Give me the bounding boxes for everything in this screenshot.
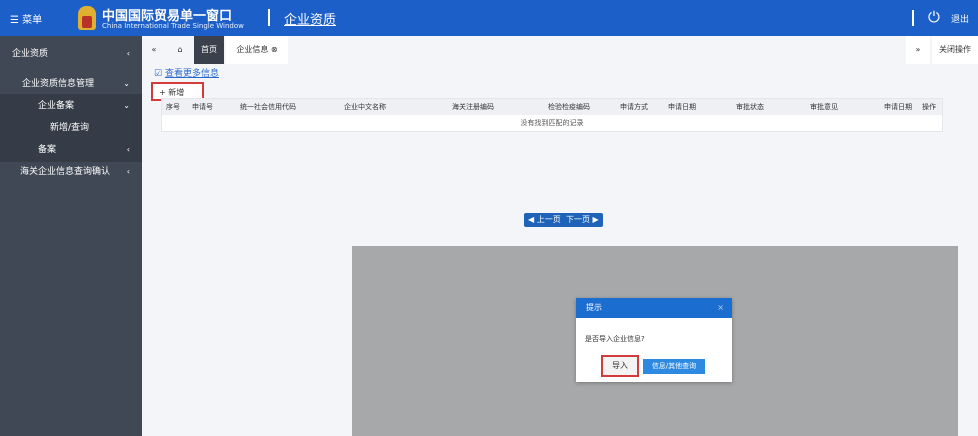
chevron-left-icon: ‹ [126, 167, 130, 176]
chevron-left-icon: ‹ [126, 49, 130, 58]
column-header: 申请方式 [620, 103, 648, 111]
import-dialog: 提示 × 是否导入企业信息? 导入 信息/其他查询 [576, 298, 732, 382]
power-icon[interactable]: ⏻ [928, 8, 940, 26]
empty-message: 没有找到匹配的记录 [520, 119, 584, 127]
tab-home-icon[interactable]: ⌂ [168, 36, 192, 64]
column-header: 申请号 [192, 103, 213, 111]
chevron-down-icon: ⌄ [123, 101, 130, 110]
tab-home[interactable]: 首页 [194, 36, 224, 64]
app-subtitle: China International Trade Single Window [102, 22, 244, 30]
column-header: 操作 [922, 103, 936, 111]
sidebar-item-qualification[interactable]: 企业资质 ‹ [0, 42, 142, 66]
sidebar-item-record[interactable]: 备案 ‹ [0, 138, 142, 162]
dialog-header: 提示 × [576, 298, 732, 318]
sidebar-item-management[interactable]: 企业资质信息管理 ⌄ [0, 72, 142, 96]
label: 企业资质 [12, 49, 49, 59]
chevron-left-icon: ‹ [126, 145, 130, 154]
label: 企业资质信息管理 [22, 79, 95, 89]
column-header: 审批状态 [736, 103, 764, 111]
tab-company-info[interactable]: 企业信息 ⊗ [226, 36, 288, 64]
label: 企业备案 [38, 101, 75, 111]
menu-button[interactable]: ☰ 菜单 [10, 11, 42, 26]
close-icon[interactable]: × [717, 298, 724, 318]
records-table: 序号 申请号 统一社会信用代码 企业中文名称 海关注册编码 检验检疫编码 申请方… [161, 98, 943, 132]
sidebar-item-customs-query[interactable]: 海关企业信息查询确认 ‹ [0, 160, 142, 184]
dialog-title: 提示 [586, 303, 602, 312]
link-label: 查看更多信息 [164, 69, 219, 79]
menu-label: 菜单 [22, 15, 43, 26]
column-header: 序号 [166, 103, 180, 111]
other-query-button[interactable]: 信息/其他查询 [643, 359, 705, 374]
column-header: 海关注册编码 [452, 103, 494, 111]
chevron-down-icon: ⌄ [123, 79, 130, 88]
divider [912, 10, 914, 26]
column-header: 统一社会信用代码 [240, 103, 296, 111]
view-more-link[interactable]: ☑ 查看更多信息 [154, 66, 219, 79]
sidebar-item-add-query[interactable]: 新增/查询 [0, 116, 142, 140]
dialog-message: 是否导入企业信息? [585, 335, 645, 343]
logout-button[interactable]: 退出 [951, 12, 969, 25]
column-header: 企业中文名称 [344, 103, 386, 111]
label: 备案 [38, 145, 57, 155]
section-title[interactable]: 企业资质 [284, 9, 336, 28]
column-header: 审批意见 [810, 103, 838, 111]
tab-scroll-right[interactable]: » [906, 36, 930, 64]
table-header: 序号 申请号 统一社会信用代码 企业中文名称 海关注册编码 检验检疫编码 申请方… [162, 99, 942, 115]
close-tabs-button[interactable]: 关闭操作 [932, 36, 978, 64]
import-button[interactable]: 导入 [601, 355, 639, 377]
column-header: 检验检疫编码 [548, 103, 590, 111]
tab-scroll-left[interactable]: « [142, 36, 166, 64]
sidebar-item-filing[interactable]: 企业备案 ⌄ [0, 94, 142, 118]
logo-icon [78, 6, 96, 30]
label: 新增/查询 [50, 123, 90, 133]
tab-bar: « ⌂ 首页 企业信息 ⊗ » 关闭操作 [142, 36, 978, 64]
prev-page-button[interactable]: ◀ 上一页 [524, 213, 565, 227]
next-page-button[interactable]: 下一页 ▶ [562, 213, 603, 227]
column-header: 申请日期 [884, 103, 912, 111]
column-header: 申请日期 [668, 103, 696, 111]
sidebar: 企业资质 ‹ 企业资质信息管理 ⌄ 企业备案 ⌄ 新增/查询 备案 ‹ 海关企业信息查询… [0, 36, 142, 436]
label: 海关企业信息查询确认 [20, 167, 111, 177]
top-header: ☰ 菜单 中国国际贸易单一窗口 China International Trad… [0, 0, 978, 36]
divider [268, 9, 270, 26]
